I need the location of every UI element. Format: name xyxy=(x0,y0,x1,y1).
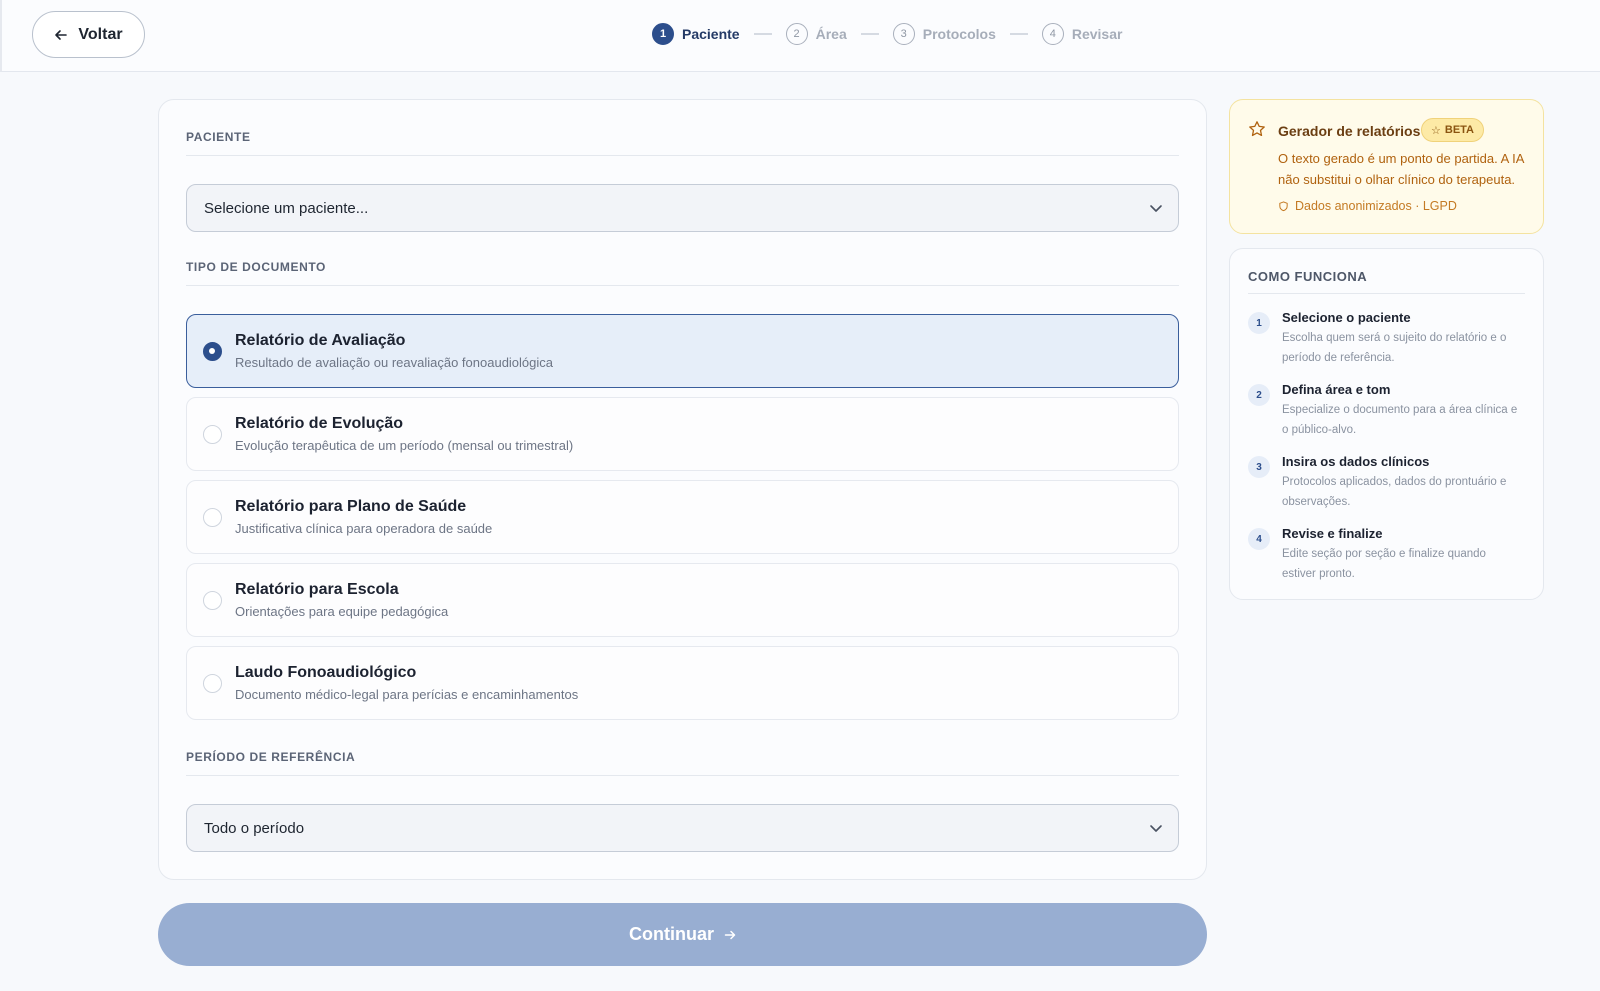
how-step-title: Selecione o paciente xyxy=(1282,310,1411,325)
star-icon xyxy=(1249,121,1265,137)
wizard-stepper: 1 Paciente 2 Área 3 Protocolos 4 Revisar xyxy=(652,22,1122,46)
beta-badge-label: BETA xyxy=(1444,124,1475,136)
step-label: Revisar xyxy=(1071,26,1123,42)
period-select[interactable]: Todo o período xyxy=(186,804,1179,852)
option-title: Relatório de Evolução xyxy=(235,415,404,432)
option-title: Laudo Fonoaudiológico xyxy=(235,664,417,681)
arrow-left-icon xyxy=(55,29,68,40)
star-icon: ☆ xyxy=(1431,124,1441,137)
beta-disclaimer: O texto gerado é um ponto de partida. A … xyxy=(1278,151,1524,187)
patient-select[interactable]: Selecione um paciente... xyxy=(186,184,1179,232)
how-step-description: Especialize o documento para a área clín… xyxy=(1282,404,1518,436)
doc-type-section-label: TIPO DE DOCUMENTO xyxy=(186,260,326,274)
step-number: 1 xyxy=(1248,312,1270,334)
radio-button[interactable] xyxy=(203,425,222,444)
option-description: Evolução terapêutica de um período (mens… xyxy=(235,438,574,453)
back-button[interactable]: Voltar xyxy=(32,11,145,58)
step-separator xyxy=(1009,33,1028,35)
doc-option-plano-saude[interactable]: Relatório para Plano de Saúde Justificat… xyxy=(186,480,1179,554)
option-description: Justificativa clínica para operadora de … xyxy=(235,521,493,536)
step-area[interactable]: 2 Área xyxy=(785,23,847,45)
step-revisar[interactable]: 4 Revisar xyxy=(1041,23,1123,45)
step-number: 4 xyxy=(1041,23,1064,45)
lgpd-label: Dados anonimizados · LGPD xyxy=(1295,199,1457,213)
period-section-label: PERÍODO DE REFERÊNCIA xyxy=(186,750,356,764)
how-step-title: Revise e finalize xyxy=(1282,526,1383,541)
back-label: Voltar xyxy=(78,25,123,43)
step-protocolos[interactable]: 3 Protocolos xyxy=(892,23,996,45)
step-paciente[interactable]: 1 Paciente xyxy=(652,23,740,45)
how-it-works-title: COMO FUNCIONA xyxy=(1248,269,1368,284)
step-number: 3 xyxy=(1248,456,1270,478)
patient-select-value: Selecione um paciente... xyxy=(204,199,369,217)
divider xyxy=(186,285,1179,286)
beta-info-card: Gerador de relatórios ☆ BETA O texto ger… xyxy=(1229,99,1544,234)
step-label: Paciente xyxy=(682,26,740,42)
lgpd-note: Dados anonimizados · LGPD xyxy=(1278,199,1457,213)
doc-option-avaliacao[interactable]: Relatório de Avaliação Resultado de aval… xyxy=(186,314,1179,388)
period-select-value: Todo o período xyxy=(204,819,305,837)
how-step-title: Defina área e tom xyxy=(1282,382,1391,397)
divider xyxy=(186,155,1179,156)
how-step-title: Insira os dados clínicos xyxy=(1282,454,1430,469)
option-title: Relatório de Avaliação xyxy=(235,332,406,349)
step-number: 2 xyxy=(785,23,808,45)
continue-label: Continuar xyxy=(629,924,714,944)
radio-button[interactable] xyxy=(203,591,222,610)
option-description: Documento médico-legal para perícias e e… xyxy=(235,687,579,702)
step-number: 3 xyxy=(892,23,915,45)
how-step-description: Protocolos aplicados, dados do prontuári… xyxy=(1282,476,1507,508)
divider xyxy=(1248,293,1525,294)
step-label: Área xyxy=(815,26,847,42)
doc-option-escola[interactable]: Relatório para Escola Orientações para e… xyxy=(186,563,1179,637)
form-card: PACIENTE Selecione um paciente... TIPO D… xyxy=(158,99,1207,880)
beta-title: Gerador de relatórios xyxy=(1278,123,1421,139)
divider xyxy=(186,775,1179,776)
shield-icon xyxy=(1279,200,1288,211)
step-number: 4 xyxy=(1248,528,1270,550)
radio-button[interactable] xyxy=(203,508,222,527)
top-bar: Voltar 1 Paciente 2 Área 3 Protocolos 4 … xyxy=(0,0,1600,72)
option-title: Relatório para Escola xyxy=(235,581,399,598)
radio-button[interactable] xyxy=(203,674,222,693)
option-title: Relatório para Plano de Saúde xyxy=(235,498,467,515)
arrow-right-icon xyxy=(724,930,736,939)
option-description: Orientações para equipe pedagógica xyxy=(235,604,449,619)
chevron-down-icon xyxy=(1150,825,1162,832)
step-separator xyxy=(753,33,772,35)
step-number: 1 xyxy=(652,23,674,45)
step-separator xyxy=(860,33,879,35)
step-number: 2 xyxy=(1248,384,1270,406)
patient-section-label: PACIENTE xyxy=(186,130,251,144)
option-description: Resultado de avaliação ou reavaliação fo… xyxy=(235,355,554,370)
doc-option-evolucao[interactable]: Relatório de Evolução Evolução terapêuti… xyxy=(186,397,1179,471)
how-step-description: Escolha quem será o sujeito do relatório… xyxy=(1282,332,1507,364)
radio-button[interactable] xyxy=(203,342,222,361)
how-it-works-card: COMO FUNCIONA 1 Selecione o paciente Esc… xyxy=(1229,248,1544,600)
doc-option-laudo[interactable]: Laudo Fonoaudiológico Documento médico-l… xyxy=(186,646,1179,720)
continue-button[interactable]: Continuar xyxy=(158,903,1207,966)
beta-badge: ☆ BETA xyxy=(1421,118,1485,142)
chevron-down-icon xyxy=(1150,205,1162,212)
how-step-description: Edite seção por seção e finalize quando … xyxy=(1282,548,1486,580)
step-label: Protocolos xyxy=(922,26,996,42)
